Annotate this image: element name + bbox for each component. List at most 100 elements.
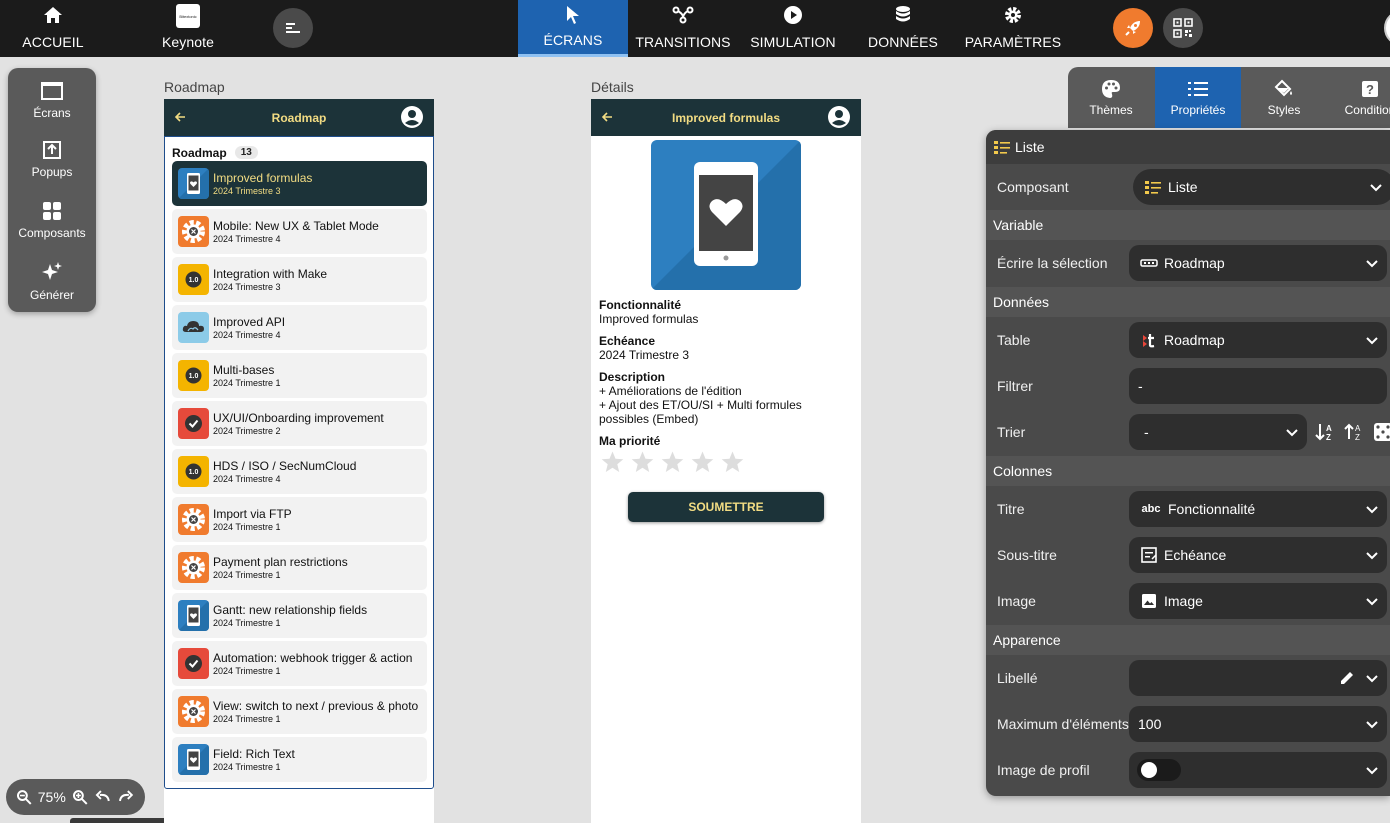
list-item[interactable]: Improved formulas 2024 Trimestre 3 bbox=[172, 161, 427, 206]
pencil-icon[interactable] bbox=[1339, 670, 1355, 686]
section-apparence: Apparence bbox=[986, 625, 1390, 655]
list-item[interactable]: Field: Rich Text 2024 Trimestre 1 bbox=[172, 737, 427, 782]
list-item[interactable]: 1.0 HDS / ISO / SecNumCloud 2024 Trimestre… bbox=[172, 449, 427, 494]
titre-select[interactable]: abc Fonctionnalité bbox=[1129, 491, 1387, 527]
list-item[interactable]: 1.0 Multi-bases 2024 Trimestre 1 bbox=[172, 353, 427, 398]
list-item-title: HDS / ISO / SecNumCloud bbox=[213, 458, 357, 473]
tab-transitions[interactable]: TRANSITIONS bbox=[633, 0, 733, 57]
sort-ascending-icon[interactable]: AZ bbox=[1344, 422, 1366, 442]
sous-titre-select[interactable]: Echéance bbox=[1129, 537, 1387, 573]
details-screen[interactable]: Improved formulas Fonctionnalité Improve… bbox=[591, 99, 861, 823]
account-circle-icon[interactable] bbox=[400, 105, 424, 129]
app-switcher[interactable]: Bitextonic Keynote bbox=[140, 0, 236, 57]
list-item[interactable]: UX/UI/Onboarding improvement 2024 Trimest… bbox=[172, 401, 427, 446]
nav-home[interactable]: ACCUEIL bbox=[0, 0, 106, 57]
tab-condition[interactable]: ? Condition bbox=[1327, 67, 1390, 128]
popup-icon bbox=[43, 141, 61, 159]
submit-button[interactable]: SOUMETTRE bbox=[628, 492, 824, 522]
image-select[interactable]: Image bbox=[1129, 583, 1387, 619]
properties-panel: Liste Composant Liste Variable Écrire la… bbox=[986, 130, 1390, 796]
gear-orange-icon bbox=[178, 216, 209, 247]
list-item-subtitle: 2024 Trimestre 4 bbox=[213, 329, 281, 340]
star-icon[interactable] bbox=[630, 450, 655, 479]
roadmap-screen[interactable]: Roadmap Roadmap 13 Improved formulas 2024… bbox=[164, 99, 434, 823]
list-item-subtitle: 2024 Trimestre 1 bbox=[213, 713, 281, 724]
list-item[interactable]: Mobile: New UX & Tablet Mode 2024 Trimest… bbox=[172, 209, 427, 254]
tab-parametres-label: PARAMÈTRES bbox=[964, 34, 1062, 50]
table-label: Table bbox=[997, 332, 1031, 348]
tab-themes[interactable]: Thèmes bbox=[1068, 67, 1154, 128]
roadmap-screen-caption: Roadmap bbox=[164, 79, 225, 95]
libelle-input[interactable] bbox=[1129, 660, 1387, 696]
feature-image bbox=[651, 140, 801, 290]
filtrer-input[interactable]: - bbox=[1129, 368, 1387, 404]
properties-title: Liste bbox=[986, 130, 1390, 164]
list-item-text: Integration with Make 2024 Trimestre 3 bbox=[213, 268, 327, 292]
version-badge-icon: 1.0 bbox=[178, 360, 209, 391]
publish-button[interactable] bbox=[1113, 8, 1153, 48]
table-value: Roadmap bbox=[1164, 332, 1225, 348]
tab-styles[interactable]: Styles bbox=[1241, 67, 1327, 128]
zoom-level: 75% bbox=[37, 789, 66, 805]
chevron-down-icon[interactable] bbox=[1365, 763, 1379, 777]
components-icon bbox=[43, 202, 61, 220]
filtrer-value: - bbox=[1138, 378, 1143, 394]
trier-select[interactable]: - bbox=[1129, 414, 1307, 450]
list-item-title: Improved formulas bbox=[213, 170, 313, 185]
tool-ecrans[interactable]: Écrans bbox=[8, 68, 96, 129]
list-item[interactable]: Gantt: new relationship fields 2024 Trime… bbox=[172, 593, 427, 638]
table-select[interactable]: Roadmap bbox=[1129, 322, 1387, 358]
list-item[interactable]: Improved API 2024 Trimestre 4 bbox=[172, 305, 427, 350]
random-dice-icon[interactable] bbox=[1373, 422, 1390, 442]
menu-toggle-button[interactable] bbox=[273, 8, 313, 48]
titre-label: Titre bbox=[997, 501, 1025, 517]
list-item-title: Payment plan restrictions bbox=[213, 554, 348, 569]
redo-icon[interactable] bbox=[117, 790, 135, 804]
home-icon bbox=[43, 5, 63, 25]
user-avatar[interactable] bbox=[1384, 10, 1390, 46]
list-item[interactable]: Import via FTP 2024 Trimestre 1 bbox=[172, 497, 427, 542]
maximum-select[interactable]: 100 bbox=[1129, 706, 1387, 742]
tool-composants[interactable]: Composants bbox=[8, 190, 96, 251]
list-item[interactable]: 1.0 Integration with Make 2024 Trimestre 3 bbox=[172, 257, 427, 302]
star-icon[interactable] bbox=[690, 450, 715, 479]
tab-ecrans[interactable]: ÉCRANS bbox=[518, 0, 628, 57]
calendar-field-icon bbox=[1140, 546, 1158, 564]
list-item[interactable]: Automation: webhook trigger & action 2024… bbox=[172, 641, 427, 686]
zoom-in-icon[interactable] bbox=[72, 789, 88, 805]
list-item-subtitle: 2024 Trimestre 3 bbox=[213, 281, 281, 292]
priority-rating[interactable] bbox=[600, 450, 745, 479]
composant-label: Composant bbox=[997, 179, 1069, 195]
image-profil-toggle[interactable] bbox=[1137, 759, 1181, 781]
list-item-title: Improved API bbox=[213, 314, 286, 329]
star-icon[interactable] bbox=[600, 450, 625, 479]
list-item-title: View: switch to next / previous & photo bbox=[213, 698, 419, 713]
tab-simulation[interactable]: SIMULATION bbox=[743, 0, 843, 57]
sort-descending-icon[interactable]: AZ bbox=[1315, 422, 1337, 442]
tool-popups[interactable]: Popups bbox=[8, 129, 96, 190]
tablet-heart-icon bbox=[178, 168, 209, 199]
account-circle-icon[interactable] bbox=[827, 105, 851, 129]
ecrire-selection-select[interactable]: Roadmap bbox=[1129, 245, 1387, 281]
tab-proprietes[interactable]: Propriétés bbox=[1155, 67, 1241, 128]
list-header: Roadmap 13 bbox=[165, 137, 433, 161]
star-icon[interactable] bbox=[720, 450, 745, 479]
list-item-title: UX/UI/Onboarding improvement bbox=[213, 410, 384, 425]
qr-code-button[interactable] bbox=[1163, 8, 1203, 48]
chevron-down-icon bbox=[1366, 675, 1378, 683]
list-item[interactable]: Payment plan restrictions 2024 Trimestre … bbox=[172, 545, 427, 590]
transitions-icon bbox=[672, 5, 694, 25]
tool-generer[interactable]: Générer bbox=[8, 251, 96, 312]
due-label: Echéance bbox=[599, 334, 656, 348]
tab-parametres[interactable]: PARAMÈTRES bbox=[963, 0, 1063, 57]
zoom-out-icon[interactable] bbox=[16, 789, 32, 805]
list-item-subtitle: 2024 Trimestre 1 bbox=[213, 521, 281, 532]
tab-donnees[interactable]: DONNÉES bbox=[853, 0, 953, 57]
chevron-down-icon bbox=[1366, 260, 1378, 268]
star-icon[interactable] bbox=[660, 450, 685, 479]
row-sous-titre: Sous-titre Echéance bbox=[986, 532, 1390, 578]
roadmap-header-title: Roadmap bbox=[271, 110, 327, 125]
composant-select[interactable]: Liste bbox=[1133, 169, 1390, 205]
undo-icon[interactable] bbox=[94, 790, 112, 804]
list-item[interactable]: View: switch to next / previous & photo 2… bbox=[172, 689, 427, 734]
